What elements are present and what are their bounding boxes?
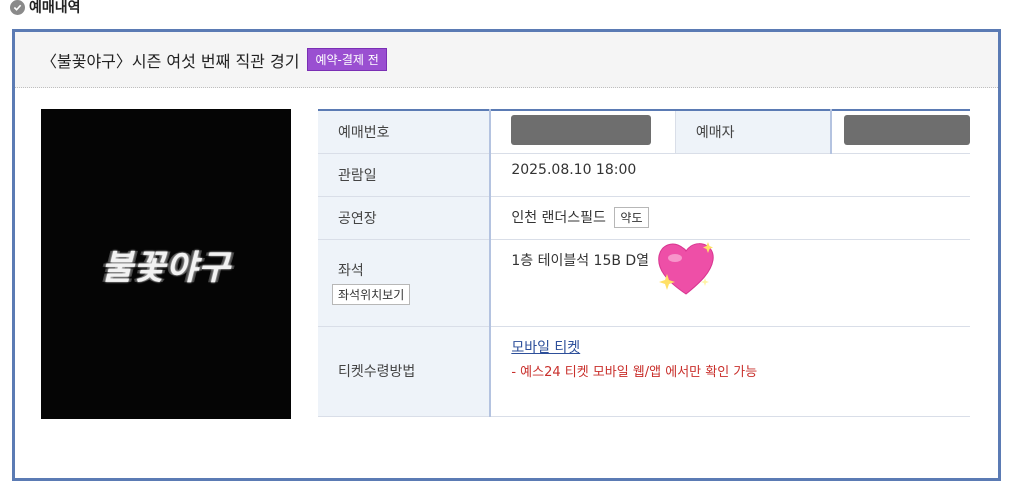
row-ticket-method: 티켓수령방법 모바일 티켓 - 예스24 티켓 모바일 웹/앱 에서만 확인 가… [318, 326, 970, 417]
section-title: 예매내역 [29, 0, 81, 16]
booking-card-header: 〈불꽃야구〉시즌 여섯 번째 직관 경기 예약-결제 전 [15, 32, 998, 88]
booking-number-label: 예매번호 [318, 110, 492, 154]
venue-label: 공연장 [318, 196, 492, 240]
section-header: 예매내역 [10, 0, 81, 17]
event-title: 〈불꽃야구〉시즌 여섯 번째 직관 경기 [41, 51, 300, 71]
row-seat: 좌석 좌석위치보기 1층 테이블석 15B D열 [318, 239, 970, 327]
redacted-block [844, 114, 970, 145]
sparkle-heart-icon [658, 242, 714, 295]
booking-card: 〈불꽃야구〉시즌 여섯 번째 직관 경기 예약-결제 전 불꽃야구 예매번호 예… [12, 29, 1001, 481]
check-circle-icon [10, 0, 25, 15]
ticket-method-cell: 모바일 티켓 - 예스24 티켓 모바일 웹/앱 에서만 확인 가능 [490, 326, 970, 417]
row-venue: 공연장 인천 랜더스필드 약도 [318, 196, 970, 240]
booking-number-value [490, 110, 676, 154]
booker-value [831, 110, 970, 154]
booking-details-table: 예매번호 예매자 관람일 2025.08.10 18:00 공연장 인천 랜더스… [318, 109, 970, 417]
seat-value: 1층 테이블석 15B D열 [490, 239, 970, 327]
row-view-date: 관람일 2025.08.10 18:00 [318, 153, 970, 197]
map-button[interactable]: 약도 [614, 207, 649, 228]
venue-value: 인천 랜더스필드 [511, 210, 606, 226]
seat-label: 좌석 [338, 263, 364, 279]
booker-label: 예매자 [674, 110, 832, 154]
poster-logo: 불꽃야구 [101, 247, 231, 288]
venue-cell: 인천 랜더스필드 약도 [490, 196, 970, 240]
seat-location-button[interactable]: 좌석위치보기 [332, 284, 411, 305]
mobile-ticket-link[interactable]: 모바일 티켓 [511, 340, 580, 356]
row-booking-number: 예매번호 예매자 [318, 110, 970, 154]
status-badge: 예약-결제 전 [307, 48, 387, 71]
ticket-method-note: - 예스24 티켓 모바일 웹/앱 에서만 확인 가능 [511, 364, 758, 380]
redacted-block [511, 114, 652, 145]
view-date-value: 2025.08.10 18:00 [490, 153, 970, 197]
seat-label-cell: 좌석 좌석위치보기 [318, 239, 492, 327]
view-date-label: 관람일 [318, 153, 492, 197]
ticket-method-label: 티켓수령방법 [318, 326, 492, 417]
event-poster: 불꽃야구 [41, 109, 291, 419]
